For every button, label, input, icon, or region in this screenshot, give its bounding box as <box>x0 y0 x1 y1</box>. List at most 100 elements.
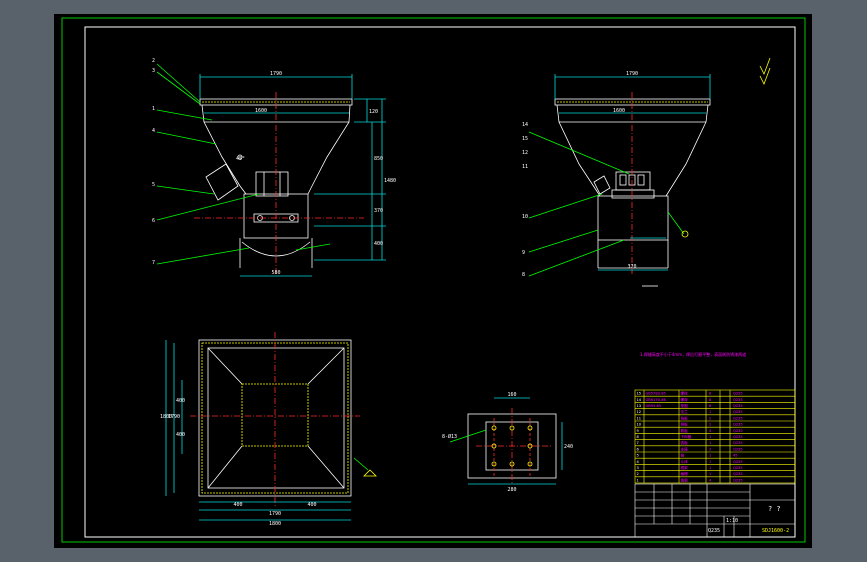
bom-cell-name: 垫圈 <box>681 403 689 408</box>
bom-cell-no: 13 <box>637 404 642 408</box>
plan-dim-height-inner: 1790 <box>168 414 180 420</box>
drawing-canvas[interactable]: 1790 1600 580 45° 120 850 370 400 1480 2… <box>54 14 812 548</box>
bom-cell-no: 4 <box>637 460 640 464</box>
bom-cell-qty: 2 <box>709 423 711 427</box>
bom-cell-name: 挡板 <box>681 415 689 420</box>
bom-cell-qty: 8 <box>709 392 712 396</box>
bom-row: 12 法兰 1 Q235 <box>637 409 743 414</box>
bom-cell-qty: 1 <box>709 460 711 464</box>
bom-row: 6 支座 2 Q235 <box>637 446 743 451</box>
side-hopper-right-wall <box>665 121 707 197</box>
side-callout-1: 14 <box>522 122 528 128</box>
bom-cell-material: Q235 <box>733 392 743 396</box>
bom-cell-code: GB5783-85 <box>646 392 666 396</box>
bom-cell-code: GB95-85 <box>646 404 662 408</box>
bom-cell-name: 下料管 <box>681 434 692 439</box>
bom-row: 7 弧板 1 Q235 <box>637 440 743 445</box>
bom-text: 15 GB5783-85 螺栓 8 Q23514 GB6170-86 螺母 8 Q23513 GB… <box>637 391 743 483</box>
bom-cell-name: 螺母 <box>681 397 689 402</box>
bom-row: 8 下料管 1 Q235 <box>637 434 743 439</box>
front-view-text: 1790 1600 580 45° 120 850 370 400 1480 2… <box>152 58 396 276</box>
plan-dim-width-total: 1800 <box>269 521 281 527</box>
bom-cell-no: 6 <box>637 447 640 451</box>
bom-cell-qty: 2 <box>709 447 711 451</box>
bom-cell-name: 框架 <box>681 465 689 470</box>
bom-cell-no: 3 <box>637 466 639 470</box>
bom-row: 11 挡板 2 Q235 <box>637 415 743 420</box>
bom-cell-material: Q235 <box>733 404 743 408</box>
bom-row: 10 侧板 2 Q235 <box>637 422 743 427</box>
bom-cell-name: 螺栓 <box>681 391 689 396</box>
front-callout-7: 7 <box>152 260 155 266</box>
cad-viewport[interactable]: 1790 1600 580 45° 120 850 370 400 1480 2… <box>0 0 867 562</box>
front-dim-top-width: 1790 <box>270 71 282 77</box>
bom-cell-code: GB6170-86 <box>646 398 667 402</box>
title-text: ? ? <box>768 505 781 513</box>
side-callout-7: 8 <box>522 272 525 278</box>
plan-dim-side-1: 400 <box>176 398 185 404</box>
bom-cell-name: 角钢 <box>681 477 689 482</box>
plan-dim-width-outer: 1790 <box>269 511 281 517</box>
bom-row: 5 轴 1 45 <box>637 453 738 458</box>
front-callout-4: 4 <box>152 128 155 134</box>
bom-cell-no: 15 <box>637 392 642 396</box>
front-callout-2: 3 <box>152 68 155 74</box>
side-callout-6: 9 <box>522 250 525 256</box>
front-height-1: 120 <box>369 109 378 115</box>
bom-cell-no: 5 <box>637 454 639 458</box>
bom-cell-no: 12 <box>637 410 642 414</box>
side-callout-4: 11 <box>522 164 528 170</box>
side-callout-3: 12 <box>522 150 528 156</box>
bom-cell-material: Q235 <box>733 416 743 420</box>
outer-frame <box>61 17 806 543</box>
bom-cell-name: 轴 <box>681 453 685 458</box>
bom-cell-qty: 1 <box>709 472 711 476</box>
side-hopper-outline <box>556 104 709 123</box>
front-height-5: 1480 <box>384 178 396 184</box>
bom-cell-material: Q235 <box>733 472 743 476</box>
bom-cell-material: Q235 <box>733 429 743 433</box>
bom-row: 13 GB95-85 垫圈 8 Q235 <box>637 403 743 408</box>
bom-cell-material: Q235 <box>733 423 743 427</box>
front-callout-1: 2 <box>152 58 155 64</box>
bom-cell-qty: 4 <box>709 429 712 433</box>
side-callout-5: 10 <box>522 214 528 220</box>
side-dim-bottom-width: 370 <box>627 264 636 270</box>
bom-cell-name: 法兰 <box>681 409 689 414</box>
front-hopper-right-wall <box>307 121 350 195</box>
bom-cell-qty: 8 <box>709 398 712 402</box>
bom-cell-name: 侧板 <box>681 422 689 427</box>
flange-dim-3: 240 <box>564 444 573 450</box>
flange-hole-note: 8-Ø13 <box>442 433 457 440</box>
bom-row: 2 格栅 1 Q235 <box>637 471 743 476</box>
front-view <box>156 63 386 277</box>
bom-cell-no: 10 <box>637 423 642 427</box>
bom-row: 3 框架 1 Q235 <box>637 465 743 470</box>
drawing-svg: 1790 1600 580 45° 120 850 370 400 1480 2… <box>61 17 806 543</box>
drawing-number: SDJ1600-2 <box>762 528 789 534</box>
front-callout-3: 1 <box>152 106 155 112</box>
bom-cell-material: Q235 <box>733 410 743 414</box>
front-dim-inner-width: 1600 <box>255 108 267 114</box>
technical-requirement-note: 1.焊缝高度不小于4mm，焊后打磨平整，表面刷防锈漆两道 <box>640 351 746 357</box>
side-dim-top-width: 1790 <box>626 71 638 77</box>
bom-cell-material: Q235 <box>733 398 743 402</box>
inner-frame <box>84 26 796 538</box>
bom-cell-qty: 2 <box>709 416 711 420</box>
plan-view-text: 1790 1800 400 400 1800 1790 400 400 <box>160 398 317 527</box>
front-inlet-tube <box>205 163 239 201</box>
title-block-text: ? ? SDJ1600-2 1:10 Q235 <box>708 505 789 534</box>
bom-cell-qty: 1 <box>709 441 711 445</box>
title-material: Q235 <box>708 528 720 534</box>
bom-cell-no: 1 <box>637 478 639 482</box>
bom-cell-qty: 1 <box>709 410 711 414</box>
side-view <box>528 74 711 287</box>
bom-cell-qty: 1 <box>709 435 711 439</box>
title-scale: 1:10 <box>726 518 738 524</box>
bom-cell-material: Q235 <box>733 441 743 445</box>
bom-cell-material: 45 <box>733 454 738 458</box>
plan-dim-inner-1: 400 <box>233 502 242 508</box>
bom-cell-name: 格栅 <box>681 471 689 476</box>
bom-row: 15 GB5783-85 螺栓 8 Q235 <box>637 391 743 396</box>
front-angle-note: 45° <box>236 156 245 162</box>
